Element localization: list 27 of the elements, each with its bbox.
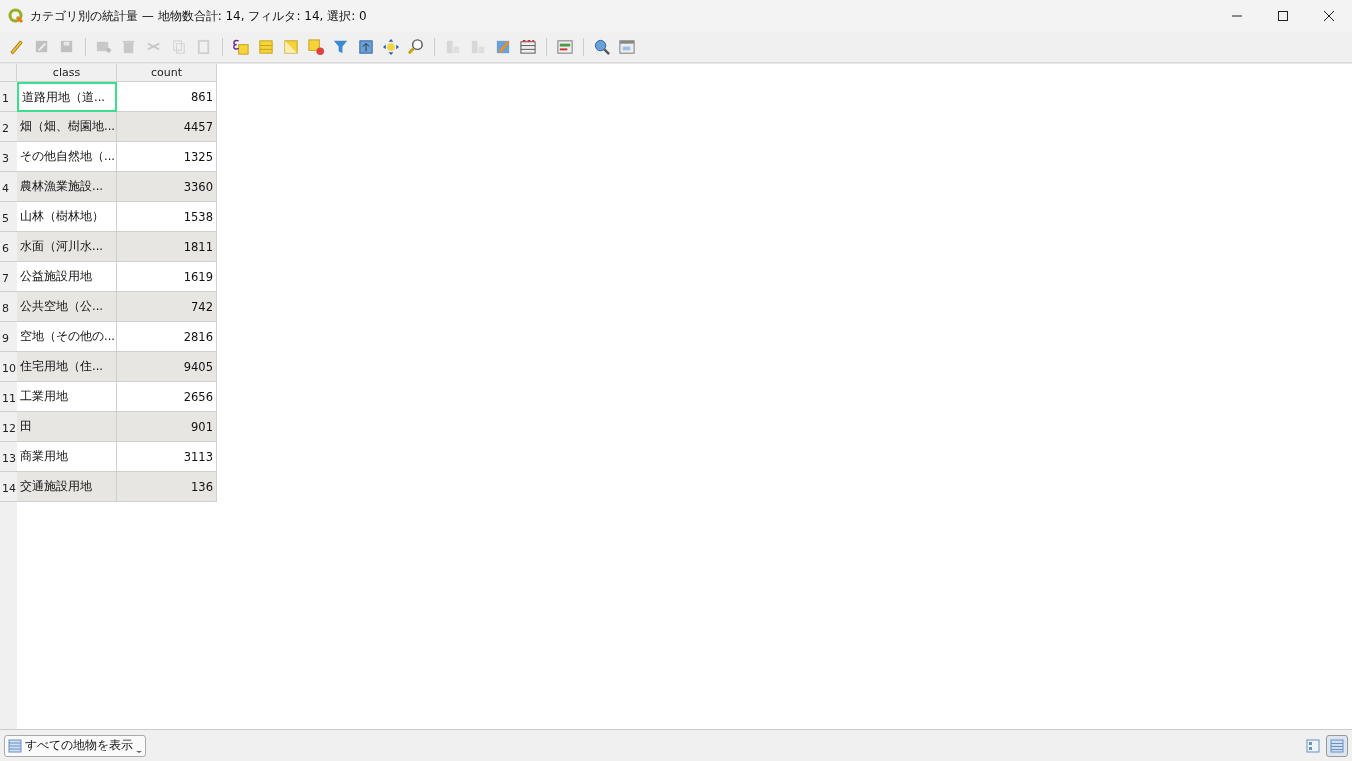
table-cell: 住宅用地（住... <box>17 352 117 382</box>
column-header[interactable]: class <box>17 64 117 82</box>
maximize-icon <box>1277 10 1289 22</box>
close-icon <box>1323 10 1335 22</box>
table-corner[interactable] <box>0 64 17 82</box>
table-cell: 4457 <box>117 112 217 142</box>
deselect-icon[interactable] <box>305 36 327 58</box>
table-cell: 畑（畑、樹園地... <box>17 112 117 142</box>
table-view-button[interactable] <box>1326 734 1348 757</box>
table-cell: 公共空地（公... <box>17 292 117 322</box>
table-icon <box>8 738 22 753</box>
filter-dropdown[interactable]: すべての地物を表示 <box>4 734 146 757</box>
table-cell: 水面（河川水... <box>17 232 117 262</box>
table-cell: 道路用地（道... <box>17 82 117 112</box>
app-logo-icon <box>8 8 24 24</box>
caret-icon <box>136 750 142 753</box>
table-cell: 田 <box>17 412 117 442</box>
table-cell: 交通施設用地 <box>17 472 117 502</box>
table-cell: 742 <box>117 292 217 322</box>
window-title: カテゴリ別の統計量 — 地物数合計: 14, フィルタ: 14, 選択: 0 <box>30 7 368 25</box>
column-header[interactable]: count <box>117 64 217 82</box>
table-cell: 136 <box>117 472 217 502</box>
table-cell: 3360 <box>117 172 217 202</box>
table-cell: 9405 <box>117 352 217 382</box>
table-cell: 901 <box>117 412 217 442</box>
table-cell: 農林漁業施設... <box>17 172 117 202</box>
table-cell: 1811 <box>117 232 217 262</box>
